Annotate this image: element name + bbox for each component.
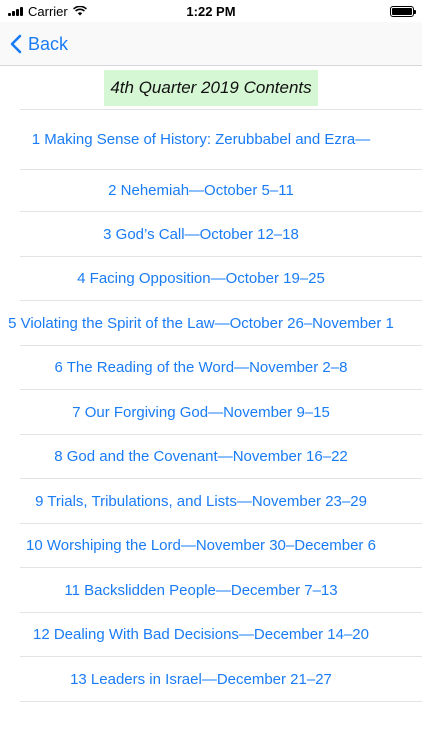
- lesson-row[interactable]: 1 Making Sense of History: Zerubbabel an…: [20, 110, 422, 170]
- back-label: Back: [28, 33, 69, 54]
- carrier-label: Carrier: [28, 3, 68, 19]
- lesson-row[interactable]: 4 Facing Opposition—October 19–25: [20, 257, 422, 301]
- status-left: Carrier: [8, 4, 87, 19]
- lesson-row[interactable]: 6 The Reading of the Word—November 2–8: [20, 346, 422, 390]
- lesson-title: 7 Our Forgiving God—November 9–15: [72, 403, 330, 421]
- lesson-row[interactable]: 5 Violating the Spirit of the Law—Octobe…: [8, 301, 422, 346]
- lesson-title: 6 The Reading of the Word—November 2–8: [54, 359, 348, 376]
- back-button[interactable]: Back: [10, 22, 68, 66]
- status-bar: Carrier 1:22 PM: [0, 0, 422, 22]
- lesson-row[interactable]: 8 God and the Covenant—November 16–22: [20, 435, 422, 479]
- lesson-title: 5 Violating the Spirit of the Law—Octobe…: [8, 314, 394, 332]
- lesson-title: 10 Worshiping the Lord—November 30–Decem…: [26, 537, 376, 554]
- lesson-row[interactable]: 10 Worshiping the Lord—November 30–Decem…: [20, 524, 422, 568]
- chevron-left-icon: [10, 34, 22, 54]
- lesson-title: 12 Dealing With Bad Decisions—December 1…: [32, 626, 369, 643]
- lesson-row[interactable]: 9 Trials, Tribulations, and Lists—Novemb…: [20, 479, 422, 524]
- lesson-row[interactable]: 13 Leaders in Israel—December 21–27: [20, 657, 422, 702]
- wifi-icon: [72, 6, 87, 16]
- lesson-row[interactable]: 11 Backslidden People—December 7–13: [20, 568, 422, 613]
- lesson-title: 8 God and the Covenant—November 16–22: [54, 448, 348, 465]
- lesson-row[interactable]: 3 God’s Call—October 12–18: [20, 212, 422, 257]
- battery-icon: [390, 5, 416, 17]
- lesson-title: 1 Making Sense of History: Zerubbabel an…: [31, 131, 371, 148]
- title-container: 4th Quarter 2019 Contents: [0, 70, 422, 106]
- signal-icon: [8, 6, 23, 16]
- page-title: 4th Quarter 2019 Contents: [104, 70, 318, 106]
- lesson-row[interactable]: 7 Our Forgiving God—November 9–15: [20, 390, 422, 435]
- lesson-title: 11 Backslidden People—December 7–13: [64, 581, 338, 599]
- lesson-title: 4 Facing Opposition—October 19–25: [77, 270, 325, 287]
- lesson-row[interactable]: 12 Dealing With Bad Decisions—December 1…: [20, 613, 422, 657]
- lesson-title: 3 God’s Call—October 12–18: [103, 225, 299, 243]
- lesson-list: 1 Making Sense of History: Zerubbabel an…: [0, 110, 422, 702]
- lesson-title: 13 Leaders in Israel—December 21–27: [70, 670, 332, 688]
- lesson-title: 2 Nehemiah—October 5–11: [108, 182, 294, 199]
- lesson-title: 9 Trials, Tribulations, and Lists—Novemb…: [35, 492, 367, 510]
- navigation-bar: Back: [0, 22, 422, 66]
- lesson-row[interactable]: 2 Nehemiah—October 5–11: [20, 170, 422, 212]
